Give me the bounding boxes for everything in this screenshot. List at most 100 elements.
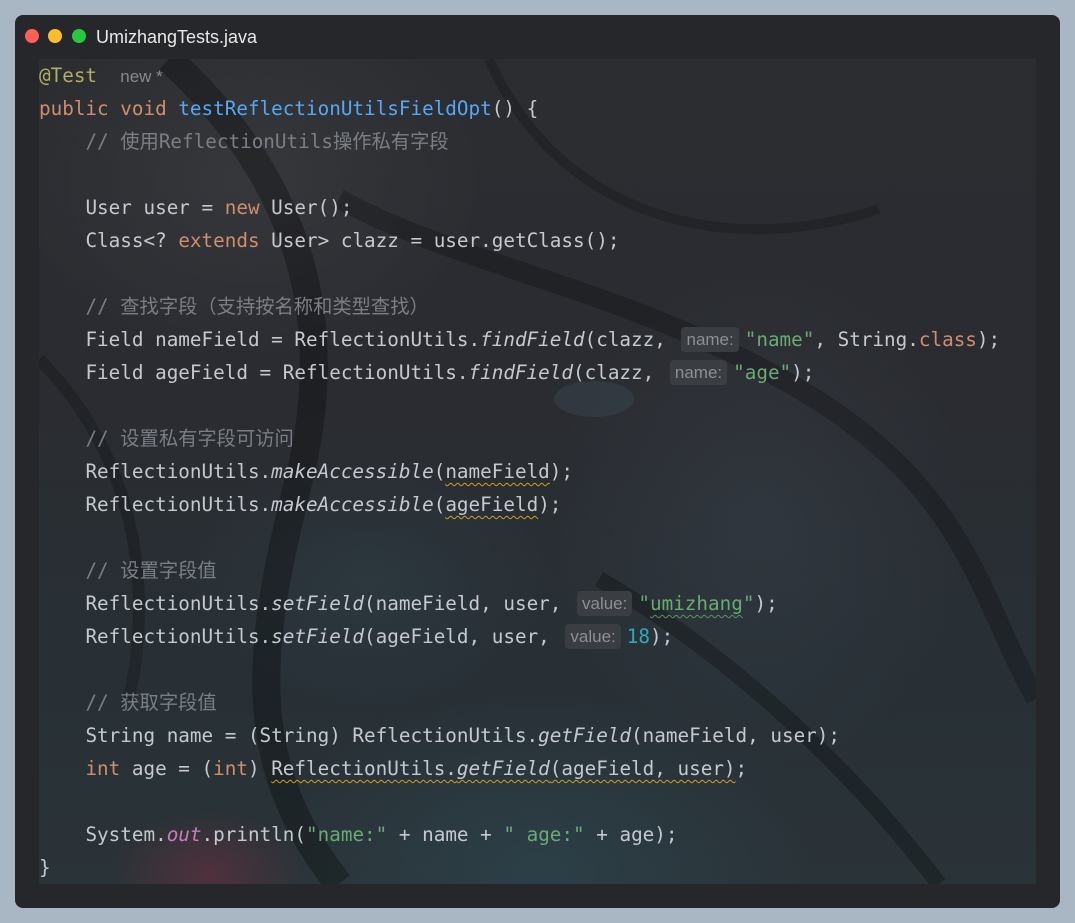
method-call: getField: [538, 724, 632, 747]
comment: // 设置字段值: [85, 559, 217, 582]
method-call: getField: [456, 757, 550, 780]
code-text: System.: [85, 823, 167, 846]
method-call: makeAccessible: [271, 493, 434, 516]
code-text: String name = (String) ReflectionUtils.: [85, 724, 539, 747]
code-text: User user =: [85, 196, 225, 219]
code-text: User> clazz = user.getClass();: [259, 229, 620, 252]
method-call: setField: [271, 625, 365, 648]
string-literal: " age:": [503, 823, 585, 846]
code-text: ReflectionUtils.: [85, 493, 272, 516]
keyword-int: int: [213, 757, 248, 780]
code-text: (ageField, user,: [364, 625, 562, 648]
close-window-button[interactable]: [25, 29, 39, 43]
number-literal: 18: [626, 625, 650, 648]
code-text: .println(: [201, 823, 307, 846]
code-text: Field nameField = ReflectionUtils.: [85, 328, 481, 351]
code-line-1: @Test new *: [39, 59, 163, 92]
code-text: ReflectionUtils.: [85, 460, 272, 483]
typo-highlight[interactable]: umizhang: [650, 592, 743, 615]
static-field: out: [166, 823, 202, 846]
code-line-22: int age = (int) ReflectionUtils.getField…: [39, 752, 747, 785]
code-text: Class<?: [85, 229, 179, 252]
code-text: );: [549, 460, 574, 483]
code-line-16: // 设置字段值: [39, 554, 217, 587]
code-line-21: String name = (String) ReflectionUtils.g…: [39, 719, 840, 752]
code-text: ): [247, 757, 272, 780]
keyword-void: void: [120, 97, 167, 120]
warning-highlight[interactable]: ageField: [445, 493, 538, 516]
string-quote: ": [742, 592, 755, 615]
code-text: );: [649, 625, 674, 648]
code-text: ReflectionUtils.: [85, 592, 272, 615]
code-line-9: Field nameField = ReflectionUtils.findFi…: [39, 323, 1000, 356]
string-literal: "name": [744, 328, 815, 351]
string-quote: ": [638, 592, 650, 615]
code-text: ReflectionUtils.: [85, 625, 272, 648]
code-line-10: Field ageField = ReflectionUtils.findFie…: [39, 356, 814, 389]
code-line-24: System.out.println("name:" + name + " ag…: [39, 818, 678, 851]
code-text: (: [433, 460, 446, 483]
code-text: + age);: [584, 823, 678, 846]
code-line-8: // 查找字段（支持按名称和类型查找）: [39, 290, 429, 323]
code-line-5: User user = new User();: [39, 191, 352, 224]
code-line-14: ReflectionUtils.makeAccessible(ageField)…: [39, 488, 561, 521]
code-text: + name +: [387, 823, 504, 846]
parameter-hint: value:: [577, 591, 633, 616]
code-line-2: public void testReflectionUtilsFieldOpt(…: [39, 92, 538, 125]
code-text: );: [976, 328, 1001, 351]
comment: // 使用ReflectionUtils操作私有字段: [85, 130, 449, 153]
code-text: (: [433, 493, 446, 516]
method-call: makeAccessible: [271, 460, 434, 483]
code-text: Field ageField = ReflectionUtils.: [85, 361, 469, 384]
code-text: (nameField, user);: [631, 724, 840, 747]
code-line-13: ReflectionUtils.makeAccessible(nameField…: [39, 455, 573, 488]
parameter-hint: value:: [565, 624, 621, 649]
code-text: );: [791, 361, 815, 384]
code-line-12: // 设置私有字段可访问: [39, 422, 294, 455]
code-text: (nameField, user,: [364, 592, 573, 615]
title-bar: UmizhangTests.java: [15, 15, 1060, 59]
keyword-new: new: [224, 196, 260, 219]
method-call: setField: [271, 592, 365, 615]
code-text: (ageField, user): [549, 757, 736, 780]
code-text: (clazz,: [584, 328, 678, 351]
warning-highlight[interactable]: nameField: [445, 460, 549, 483]
minimize-window-button[interactable]: [48, 29, 62, 43]
parameter-hint: name:: [681, 327, 739, 352]
method-signature-tail: () {: [491, 97, 539, 120]
warning-highlight[interactable]: ReflectionUtils.getField(ageField, user): [271, 757, 735, 780]
code-text: ReflectionUtils.: [271, 757, 457, 780]
parameter-hint: name:: [669, 360, 728, 385]
code-text: );: [538, 493, 562, 516]
keyword-extends: extends: [178, 229, 260, 252]
closing-brace: }: [39, 856, 51, 879]
comment: // 查找字段（支持按名称和类型查找）: [85, 295, 429, 318]
code-text: ;: [735, 757, 748, 780]
maximize-window-button[interactable]: [72, 29, 86, 43]
code-text: age = (: [120, 757, 214, 780]
comment: // 获取字段值: [85, 691, 217, 714]
keyword-public: public: [39, 97, 109, 120]
method-name: testReflectionUtilsFieldOpt: [178, 97, 492, 120]
string-literal: "name:": [306, 823, 388, 846]
code-line-3: // 使用ReflectionUtils操作私有字段: [39, 125, 449, 158]
usage-hint[interactable]: new *: [120, 67, 163, 86]
method-call: findField: [468, 361, 573, 384]
window-title: UmizhangTests.java: [96, 27, 258, 47]
code-text: );: [754, 592, 778, 615]
annotation-token: @Test: [39, 64, 98, 87]
code-line-20: // 获取字段值: [39, 686, 217, 719]
keyword-class: class: [918, 328, 977, 351]
string-literal: "age": [733, 361, 792, 384]
method-call: findField: [480, 328, 585, 351]
code-line-25: }: [39, 851, 51, 884]
comment: // 设置私有字段可访问: [85, 427, 294, 450]
editor-window: UmizhangTests.java @Test new * public vo…: [15, 15, 1060, 908]
code-editor[interactable]: @Test new * public void testReflectionUt…: [39, 59, 1036, 884]
code-text: , String.: [814, 328, 919, 351]
code-text: User();: [259, 196, 353, 219]
code-text: (clazz,: [573, 361, 666, 384]
keyword-int: int: [85, 757, 121, 780]
code-line-6: Class<? extends User> clazz = user.getCl…: [39, 224, 619, 257]
code-line-18: ReflectionUtils.setField(ageField, user,…: [39, 620, 673, 653]
